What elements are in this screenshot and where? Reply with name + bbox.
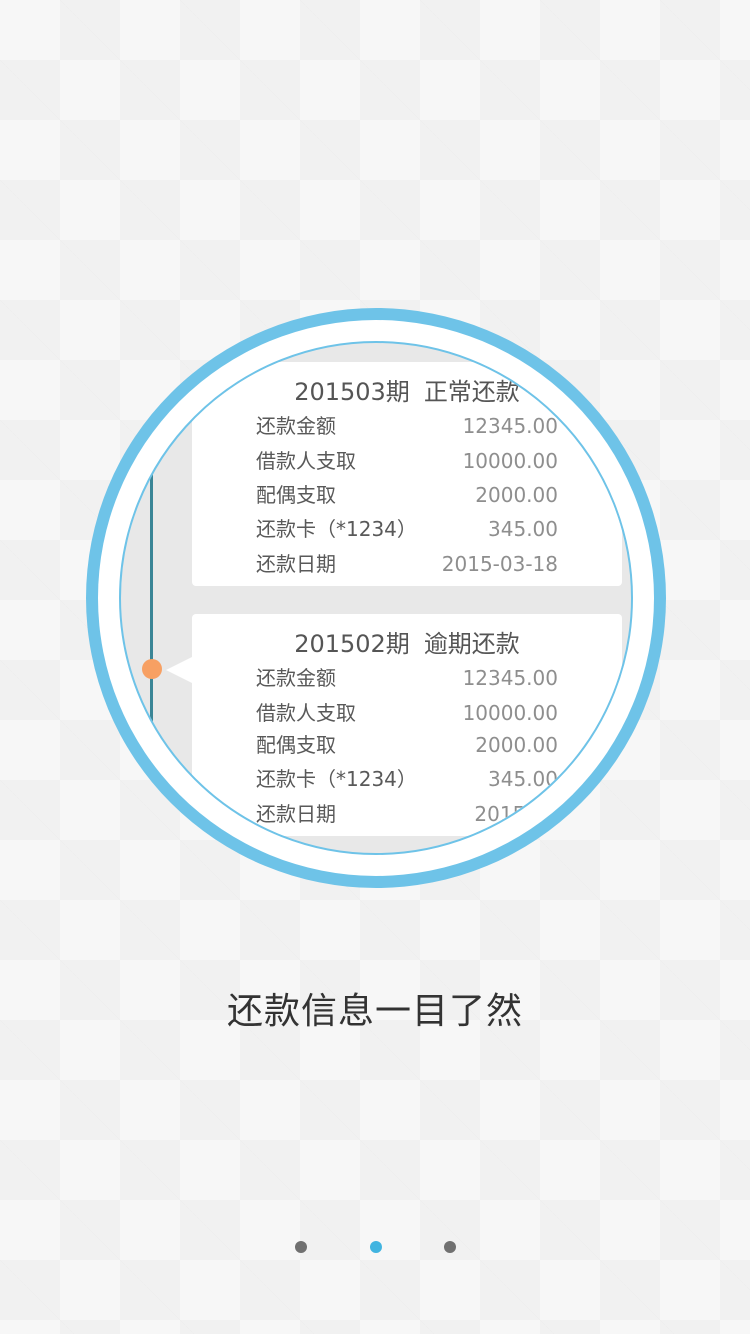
repayment-card: 201503期 正常还款 还款金额 12345.00 借款人支取 10000.00… <box>192 362 622 586</box>
card-row: 借款人支取 10000.00 <box>256 444 558 478</box>
page-dot-active[interactable] <box>370 1241 382 1253</box>
row-label: 借款人支取 <box>256 701 356 725</box>
card-title: 201502期 逾期还款 <box>192 624 622 659</box>
row-value: 2015-03-18 <box>441 552 558 576</box>
row-value: 2000.00 <box>475 483 558 507</box>
row-value: 345.00 <box>488 767 558 791</box>
row-value: 2000.00 <box>475 733 558 757</box>
card-period: 201503期 <box>294 378 410 406</box>
card-status: 正常还款 <box>423 378 520 406</box>
row-value: 10000.00 <box>462 701 558 725</box>
card-row: 还款日期 2015-02 <box>256 797 558 831</box>
row-label: 还款金额 <box>256 666 336 690</box>
row-label: 还款日期 <box>256 552 336 576</box>
page-indicator <box>0 1241 750 1253</box>
card-pointer <box>166 657 192 683</box>
card-row: 配偶支取 2000.00 <box>256 478 558 512</box>
onboarding-caption: 还款信息一目了然 <box>226 991 523 1032</box>
row-label: 配偶支取 <box>256 483 336 507</box>
timeline-dot <box>142 659 162 679</box>
card-period: 201502期 <box>294 630 410 658</box>
card-row: 还款金额 12345.00 <box>256 409 558 443</box>
row-label: 还款卡（*1234） <box>256 767 417 791</box>
row-label: 借款人支取 <box>256 449 356 473</box>
illustration-circle: 201503期 正常还款 还款金额 12345.00 借款人支取 10000.00… <box>119 341 633 855</box>
illustration-screen: 201503期 正常还款 还款金额 12345.00 借款人支取 10000.00… <box>121 343 631 853</box>
row-label: 配偶支取 <box>256 733 336 757</box>
row-value: 10000.00 <box>462 449 558 473</box>
page-dot[interactable] <box>444 1241 456 1253</box>
card-row: 配偶支取 2000.00 <box>256 728 558 762</box>
card-title: 201503期 正常还款 <box>192 372 622 407</box>
row-label: 还款日期 <box>256 802 336 826</box>
row-label: 还款卡（*1234） <box>256 517 417 541</box>
card-row: 还款卡（*1234） 345.00 <box>256 512 558 546</box>
timeline-line <box>150 362 153 853</box>
row-value: 12345.00 <box>462 666 558 690</box>
page-dot[interactable] <box>295 1241 307 1253</box>
card-row: 还款金额 12345.00 <box>256 661 558 695</box>
row-label: 还款金额 <box>256 414 336 438</box>
card-row: 借款人支取 10000.00 <box>256 696 558 730</box>
card-status: 逾期还款 <box>423 630 520 658</box>
row-value: 2015-02 <box>474 802 558 826</box>
card-row: 还款日期 2015-03-18 <box>256 547 558 581</box>
repayment-card: 201502期 逾期还款 还款金额 12345.00 借款人支取 10000.00… <box>166 614 622 836</box>
card-row: 还款卡（*1234） 345.00 <box>256 762 558 796</box>
row-value: 345.00 <box>488 517 558 541</box>
row-value: 12345.00 <box>462 414 558 438</box>
